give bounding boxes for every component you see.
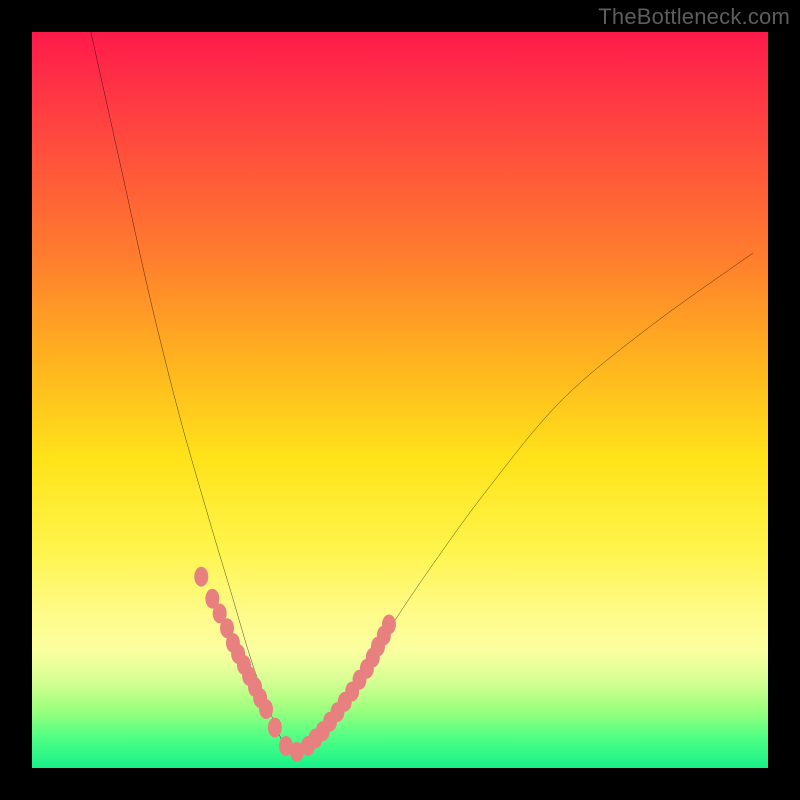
- marker-dot: [382, 615, 396, 635]
- highlighted-points: [194, 567, 396, 762]
- bottleneck-curve: [91, 32, 753, 754]
- marker-dot: [194, 567, 208, 587]
- marker-dot: [268, 718, 282, 738]
- curve-layer: [32, 32, 768, 768]
- watermark-label: TheBottleneck.com: [598, 4, 790, 30]
- curve-path: [91, 32, 753, 754]
- plot-area: [32, 32, 768, 768]
- marker-dot: [259, 699, 273, 719]
- chart-frame: TheBottleneck.com: [0, 0, 800, 800]
